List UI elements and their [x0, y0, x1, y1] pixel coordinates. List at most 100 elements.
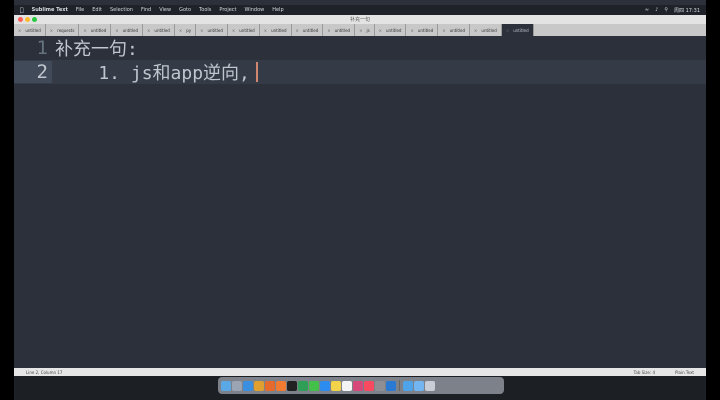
- menu-view[interactable]: View: [159, 7, 171, 13]
- desktop-bottom: [14, 376, 706, 400]
- tab-label: untitled: [90, 27, 107, 33]
- menu-file[interactable]: File: [76, 7, 84, 13]
- tab-label: untitled: [207, 27, 223, 33]
- close-tab-icon[interactable]: ×: [115, 28, 118, 33]
- cursor-position: Line 2, Column 17: [26, 369, 63, 375]
- calendar-icon[interactable]: [342, 380, 352, 391]
- tab[interactable]: × untitled: [292, 24, 324, 36]
- menu-edit[interactable]: Edit: [92, 7, 102, 13]
- finder-icon[interactable]: [221, 380, 231, 391]
- tab-label: untitled: [122, 27, 139, 33]
- tab-size-selector[interactable]: Tab Size: 4: [634, 370, 655, 375]
- tab-label: untitled: [154, 27, 170, 33]
- tab[interactable]: × untitled: [470, 24, 502, 36]
- menu-selection[interactable]: Selection: [110, 7, 133, 13]
- dock-separator: [399, 380, 400, 391]
- tab[interactable]: × js: [355, 24, 375, 36]
- title-bar: 补充一句: [14, 15, 706, 24]
- menubar-clock[interactable]: 周四 17:31: [674, 7, 700, 14]
- close-tab-icon[interactable]: ×: [83, 28, 86, 33]
- close-tab-icon[interactable]: ×: [327, 28, 330, 33]
- syntax-selector[interactable]: Plain Text: [675, 370, 694, 375]
- close-tab-icon[interactable]: ×: [50, 28, 53, 33]
- close-tab-icon[interactable]: ×: [379, 28, 382, 33]
- menubar:  Sublime Text File Edit Selection Find …: [14, 5, 706, 15]
- pycharm-icon[interactable]: [298, 380, 308, 391]
- tab-label: untitled: [25, 27, 41, 33]
- terminal-icon[interactable]: [287, 380, 297, 391]
- screen:  Sublime Text File Edit Selection Find …: [14, 0, 706, 400]
- tab-label: untitled: [513, 27, 529, 33]
- volume-icon[interactable]: ♪: [655, 7, 658, 14]
- menu-window[interactable]: Window: [245, 7, 265, 13]
- menu-help[interactable]: Help: [272, 7, 283, 13]
- folder-icon[interactable]: [414, 380, 424, 391]
- vscode-icon[interactable]: [386, 380, 396, 391]
- tab[interactable]: × py: [175, 24, 197, 36]
- tab[interactable]: × untitled: [323, 24, 356, 36]
- music-icon[interactable]: [364, 380, 374, 391]
- tab-label: untitled: [334, 27, 351, 33]
- editor-area[interactable]: 1 补充一句: 2 1. js和app逆向,: [14, 36, 706, 368]
- photos-icon[interactable]: [353, 380, 363, 391]
- tab-label: requests: [57, 27, 75, 33]
- close-tab-icon[interactable]: ×: [232, 28, 235, 33]
- line-text[interactable]: 补充一句:: [52, 35, 138, 61]
- tab-label: untitled: [302, 27, 319, 33]
- line-number: 1: [36, 37, 48, 59]
- tab-label: untitled: [481, 27, 497, 33]
- notes-icon[interactable]: [331, 380, 341, 391]
- tab[interactable]: × untitled: [143, 24, 175, 36]
- tab[interactable]: × untitled: [228, 24, 260, 36]
- tab[interactable]: × untitled: [375, 24, 407, 36]
- menu-tools[interactable]: Tools: [199, 7, 211, 13]
- line-number: 2: [14, 61, 52, 83]
- qq-icon[interactable]: [320, 380, 330, 391]
- close-tab-icon[interactable]: ×: [200, 28, 203, 33]
- tab-label: untitled: [271, 27, 287, 33]
- tab-label: untitled: [386, 27, 402, 33]
- close-tab-icon[interactable]: ×: [359, 28, 362, 33]
- text-cursor: [255, 62, 258, 82]
- status-bar: Line 2, Column 17 Tab Size: 4 Plain Text: [14, 368, 706, 376]
- close-tab-icon[interactable]: ×: [410, 28, 413, 33]
- tab-label: untitled: [239, 27, 255, 33]
- menu-find[interactable]: Find: [141, 7, 151, 13]
- line-text[interactable]: 1. js和app逆向,: [52, 59, 250, 85]
- close-tab-icon[interactable]: ×: [179, 28, 182, 33]
- wifi-icon[interactable]: ≈: [645, 7, 649, 14]
- editor-line-current[interactable]: 2 1. js和app逆向,: [14, 60, 706, 84]
- close-tab-icon[interactable]: ×: [147, 28, 150, 33]
- menu-app-name[interactable]: Sublime Text: [32, 7, 68, 13]
- menu-goto[interactable]: Goto: [179, 7, 191, 13]
- safari-icon[interactable]: [243, 380, 253, 391]
- launchpad-icon[interactable]: [232, 380, 242, 391]
- wechat-icon[interactable]: [309, 380, 319, 391]
- close-tab-icon[interactable]: ×: [442, 28, 445, 33]
- downloads-icon[interactable]: [403, 380, 413, 391]
- firefox-icon[interactable]: [265, 380, 275, 391]
- close-tab-icon[interactable]: ×: [264, 28, 267, 33]
- apple-menu-icon[interactable]: : [20, 7, 24, 14]
- tab-active[interactable]: × untitled: [501, 24, 534, 36]
- tab[interactable]: × untitled: [260, 24, 292, 36]
- settings-icon[interactable]: [375, 380, 385, 391]
- tab[interactable]: × untitled: [438, 24, 471, 36]
- chrome-icon[interactable]: [254, 380, 264, 391]
- search-icon[interactable]: ⚲: [664, 7, 668, 14]
- tab-label: py: [186, 27, 192, 33]
- trash-icon[interactable]: [425, 380, 435, 391]
- tab[interactable]: × untitled: [196, 24, 228, 36]
- tab[interactable]: × untitled: [14, 24, 46, 36]
- close-tab-icon[interactable]: ×: [18, 28, 21, 33]
- close-tab-icon[interactable]: ×: [474, 28, 477, 33]
- tab-label: untitled: [417, 27, 434, 33]
- close-tab-icon[interactable]: ×: [296, 28, 299, 33]
- close-tab-icon[interactable]: ×: [506, 28, 509, 33]
- menu-project[interactable]: Project: [219, 7, 236, 13]
- dock: [218, 377, 504, 394]
- editor-line[interactable]: 1 补充一句:: [14, 36, 706, 60]
- sublime-icon[interactable]: [276, 380, 286, 391]
- tab-label: js: [366, 27, 370, 33]
- tab[interactable]: × untitled: [406, 24, 439, 36]
